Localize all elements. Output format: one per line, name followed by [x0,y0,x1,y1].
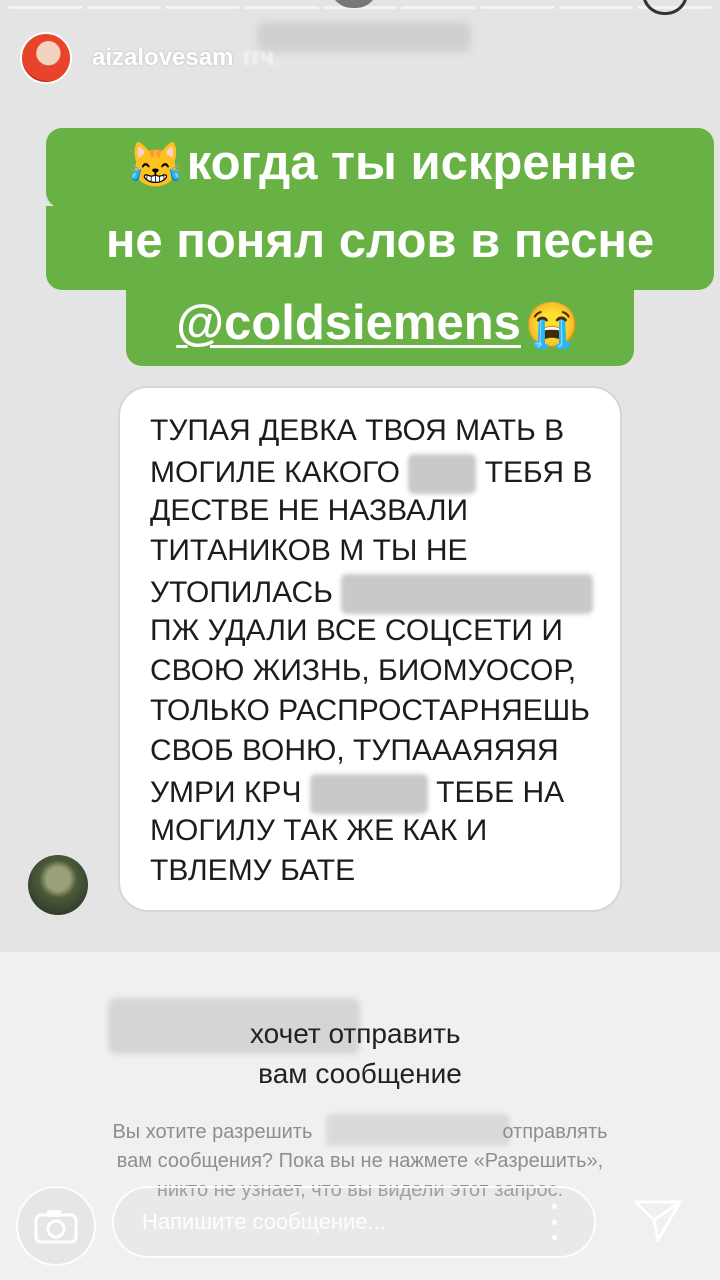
message-line: ТОЛЬКО РАСПРОСТАРНЯЕШЬ [150,694,590,727]
camera-button[interactable] [16,1186,96,1266]
caption-line-3: @coldsiemens😭 [126,288,634,366]
progress-segment [401,6,477,9]
mention-link[interactable]: @coldsiemens [176,288,521,358]
avatar[interactable] [20,32,72,84]
censored-text [341,574,594,614]
progress-segment [480,6,555,9]
blurred-username-top [258,22,470,52]
send-icon[interactable] [632,1196,684,1244]
message-line: ТУПАЯ ДЕВКА ТВОЯ МАТЬ В [150,414,565,447]
message-line: УТОПИЛАСЬ [150,574,594,614]
message-line: СВОБ ВОНЮ, ТУПААAЯЯЯЯ [150,734,559,767]
message-line: МОГИЛЕ КАКОГО ТЕБЯ В [150,454,592,494]
progress-segment [86,6,162,9]
laughing-cat-emoji-icon: 😹 [127,141,183,191]
message-line: СВОЮ ЖИЗНЬ, БИОМУОСОР, [150,654,577,687]
username[interactable]: aizalovesam [92,44,233,72]
sender-avatar[interactable] [28,855,88,915]
progress-segment [165,6,241,9]
story-time: ггч. [243,44,281,71]
caption-line-1: 😹когда ты искренне [46,128,714,208]
progress-segment [244,6,319,9]
message-bubble: ТУПАЯ ДЕВКА ТВОЯ МАТЬ В МОГИЛЕ КАКОГО ТЕ… [118,386,622,912]
camera-icon [34,1210,78,1244]
message-line: ДЕСТВЕ НЕ НАЗВАЛИ [150,494,469,527]
reply-placeholder: Напишите сообщение... [142,1209,386,1234]
story-header: aizalovesam ггч. [20,32,280,84]
more-icon[interactable] [550,1204,558,1240]
crying-emoji-icon: 😭 [524,301,580,351]
message-line: ПЖ УДАЛИ ВСЕ СОЦСЕТИ И [150,614,563,647]
censored-text [408,454,477,494]
progress-segment [8,6,83,9]
progress-segment [558,6,634,9]
censored-text [309,774,428,814]
caption-line-2: не понял слов в песне [46,206,714,290]
request-title: хочет отправить вам сообщение [250,1018,462,1089]
message-line: ТИТАНИКОВ М ТЫ НЕ [150,534,468,567]
message-line: ТВЛЕМУ БАТЕ [150,854,356,887]
message-line: МОГИЛУ ТАК ЖЕ КАК И [150,814,488,847]
message-line: УМРИ КРЧ ТЕБЕ НА [150,774,564,814]
reply-input[interactable]: Напишите сообщение... [112,1186,596,1258]
